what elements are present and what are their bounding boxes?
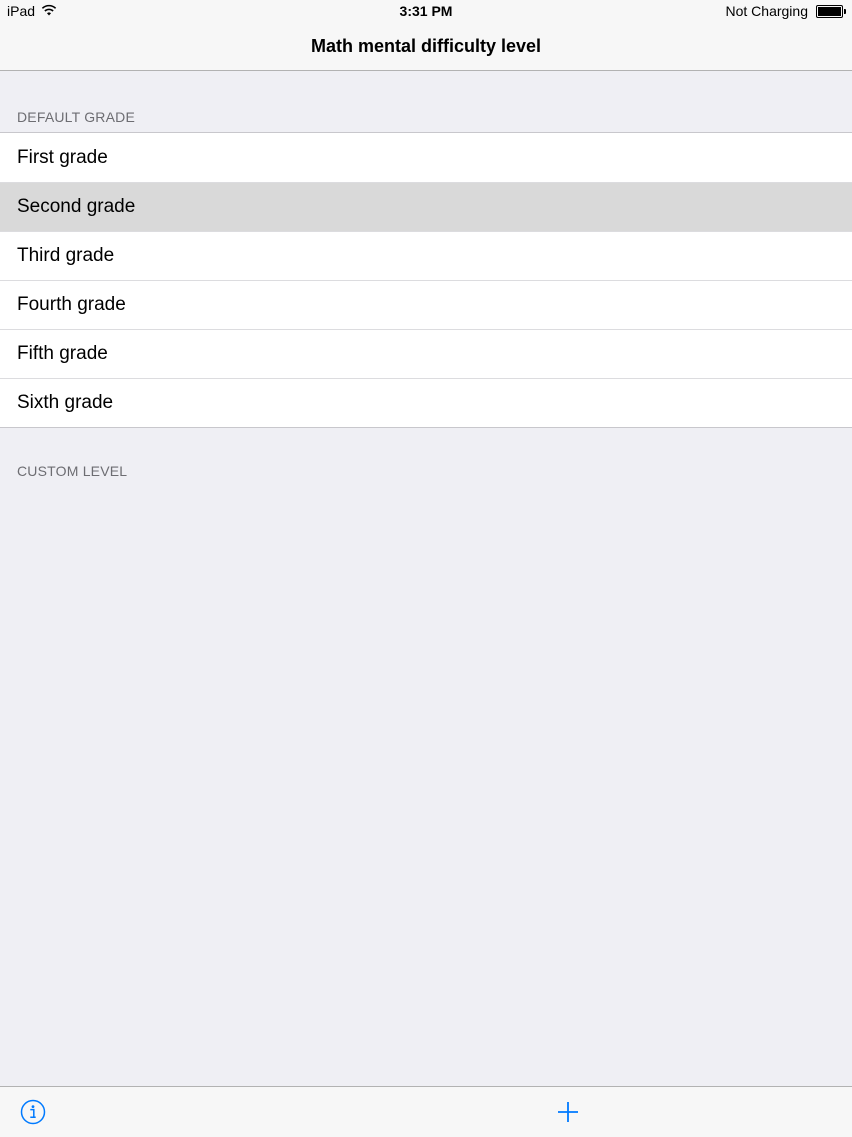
list-item-fifth-grade[interactable]: Fifth grade (0, 329, 852, 378)
list-item-first-grade[interactable]: First grade (0, 133, 852, 182)
grade-label: Third grade (17, 245, 115, 266)
grade-label: First grade (17, 147, 108, 168)
grade-label: Second grade (17, 196, 136, 217)
info-button[interactable] (20, 1099, 46, 1125)
status-time: 3:31 PM (399, 3, 453, 19)
page-title: Math mental difficulty level (310, 36, 542, 56)
info-icon (20, 1099, 46, 1125)
navigation-bar: Math mental difficulty level (0, 24, 852, 71)
list-item-third-grade[interactable]: Third grade (0, 231, 852, 280)
status-bar: iPad 3:31 PM Not Charging (0, 0, 852, 24)
status-right: Not Charging (725, 3, 846, 19)
grade-list: First grade Second grade Third grade Fou… (0, 132, 852, 428)
plus-icon (558, 1102, 578, 1122)
section-header-custom-level: CUSTOM LEVEL (17, 463, 128, 479)
list-item-fourth-grade[interactable]: Fourth grade (0, 280, 852, 329)
bottom-toolbar (0, 1086, 852, 1137)
list-item-second-grade[interactable]: Second grade (0, 182, 852, 231)
section-header-default-grade: DEFAULT GRADE (17, 109, 135, 125)
list-item-sixth-grade[interactable]: Sixth grade (0, 378, 852, 427)
battery-icon (816, 4, 846, 18)
grade-label: Sixth grade (17, 392, 114, 413)
content-area: DEFAULT GRADE First grade Second grade T… (0, 71, 852, 1086)
grade-label: Fourth grade (17, 294, 126, 315)
grade-label: Fifth grade (17, 343, 108, 364)
add-button[interactable] (556, 1100, 580, 1124)
battery-status-text: Not Charging (725, 3, 809, 19)
